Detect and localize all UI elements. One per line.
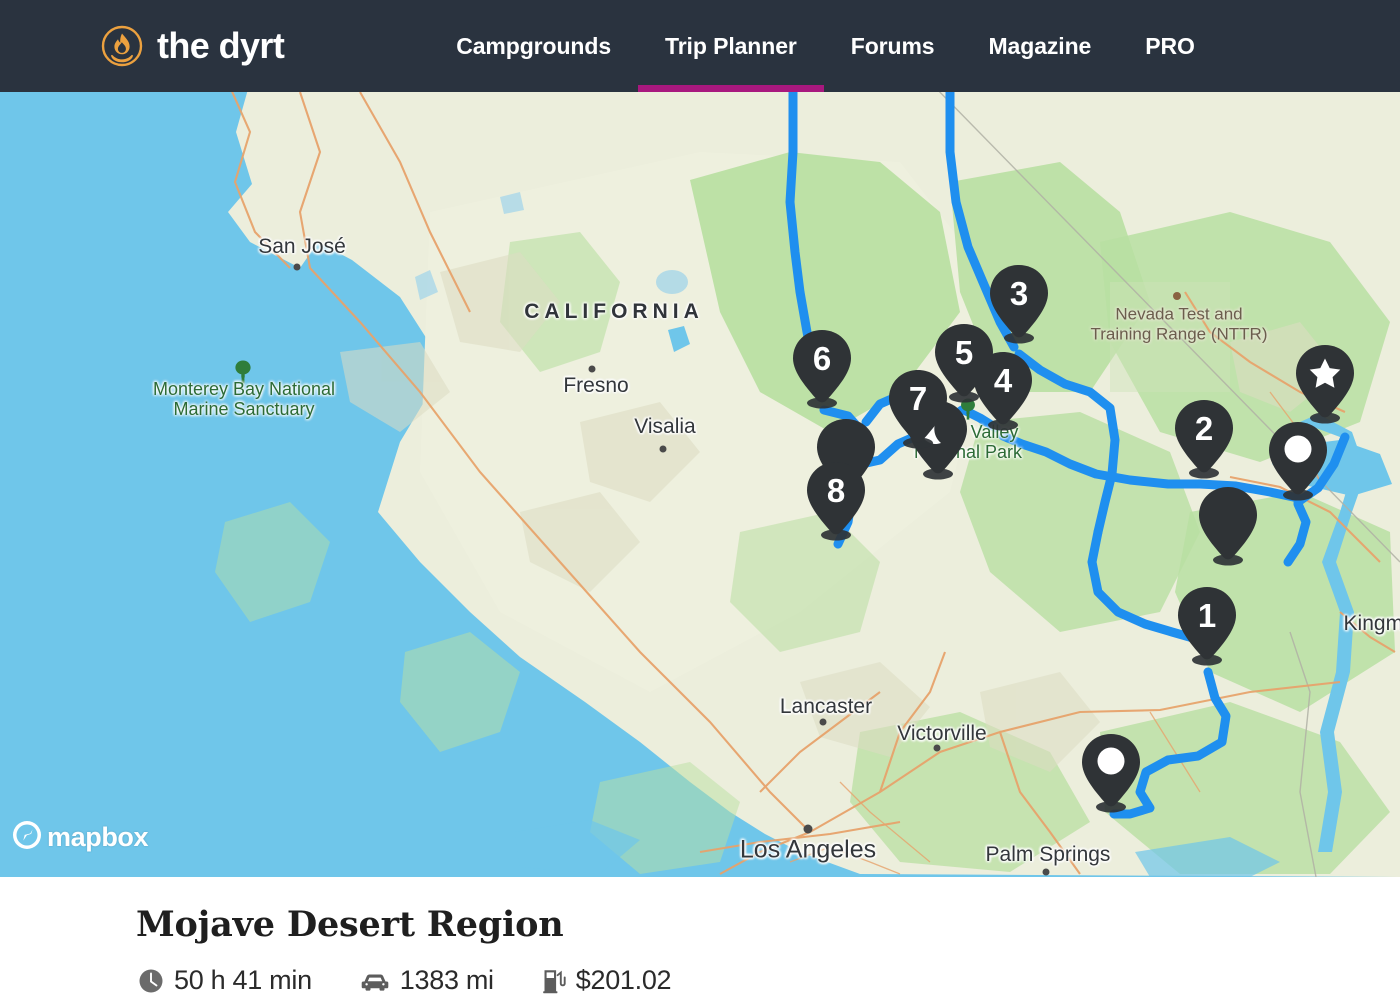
map-marker-3[interactable]: 3 bbox=[988, 263, 1050, 345]
map-canvas bbox=[0, 92, 1400, 877]
nav-item-campgrounds[interactable]: Campgrounds bbox=[429, 0, 638, 92]
city-dot bbox=[659, 445, 667, 453]
trip-stats: 50 h 41 min 1383 mi $201.02 bbox=[138, 965, 672, 996]
mapbox-mark-icon bbox=[12, 820, 42, 855]
stat-value: 1383 mi bbox=[399, 965, 494, 995]
map-marker-2[interactable]: 2 bbox=[1173, 398, 1235, 480]
stat-value: $201.02 bbox=[575, 965, 672, 995]
nav-label: Magazine bbox=[988, 32, 1092, 59]
trip-map[interactable]: San José CALIFORNIA Fresno Visalia Lanca… bbox=[0, 92, 1400, 877]
trip-summary-panel: Mojave Desert Region 50 h 41 min 1383 mi… bbox=[0, 877, 1400, 1006]
nav-item-forums[interactable]: Forums bbox=[824, 0, 962, 92]
nav-item-trip-planner[interactable]: Trip Planner bbox=[638, 0, 824, 92]
city-dot bbox=[588, 365, 596, 373]
mapbox-attribution-logo[interactable]: mapbox bbox=[12, 820, 149, 855]
stat-value: 50 h 41 min bbox=[174, 965, 312, 995]
city-dot bbox=[819, 718, 827, 726]
active-tab-indicator bbox=[638, 85, 824, 92]
map-marker-1[interactable]: 1 bbox=[1176, 585, 1238, 667]
city-dot bbox=[293, 263, 301, 271]
stat-fuel-cost: $201.02 bbox=[542, 965, 672, 996]
map-marker-6[interactable]: 6 bbox=[791, 328, 853, 410]
nav-label: Trip Planner bbox=[665, 32, 797, 59]
nav-item-magazine[interactable]: Magazine bbox=[962, 0, 1119, 92]
flame-logo-icon bbox=[100, 24, 144, 68]
nav-label: PRO bbox=[1145, 32, 1195, 59]
tree-icon bbox=[231, 360, 255, 391]
brand-name: the dyrt bbox=[157, 25, 285, 66]
map-marker-partial[interactable] bbox=[1197, 485, 1259, 567]
city-dot bbox=[1042, 868, 1050, 876]
city-dot bbox=[803, 824, 813, 834]
nav-item-pro[interactable]: PRO bbox=[1118, 0, 1222, 92]
trip-planner-page: the dyrt Campgrounds Trip Planner Forums… bbox=[0, 0, 1400, 1006]
clock-icon bbox=[138, 968, 164, 994]
brand-logo-link[interactable]: the dyrt bbox=[100, 24, 285, 68]
stat-duration: 50 h 41 min bbox=[138, 965, 312, 996]
city-dot bbox=[933, 744, 941, 752]
mapbox-wordmark: mapbox bbox=[47, 822, 149, 852]
car-icon bbox=[360, 970, 390, 992]
nav-label: Campgrounds bbox=[456, 32, 612, 59]
nav-label: Forums bbox=[850, 32, 935, 59]
map-marker-waypoint-vegas[interactable] bbox=[1267, 420, 1329, 502]
main-nav: Campgrounds Trip Planner Forums Magazine… bbox=[429, 0, 1222, 92]
range-dot bbox=[1173, 292, 1181, 300]
map-marker-7[interactable]: 7 bbox=[887, 368, 949, 450]
trip-title: Mojave Desert Region bbox=[136, 904, 564, 945]
map-marker-8[interactable]: 8 bbox=[805, 460, 867, 542]
site-header: the dyrt Campgrounds Trip Planner Forums… bbox=[0, 0, 1400, 92]
map-marker-waypoint-mojave[interactable] bbox=[1080, 732, 1142, 814]
fuel-pump-icon bbox=[542, 968, 566, 994]
stat-distance: 1383 mi bbox=[360, 965, 494, 996]
map-marker-favorite-star[interactable] bbox=[1294, 343, 1356, 425]
